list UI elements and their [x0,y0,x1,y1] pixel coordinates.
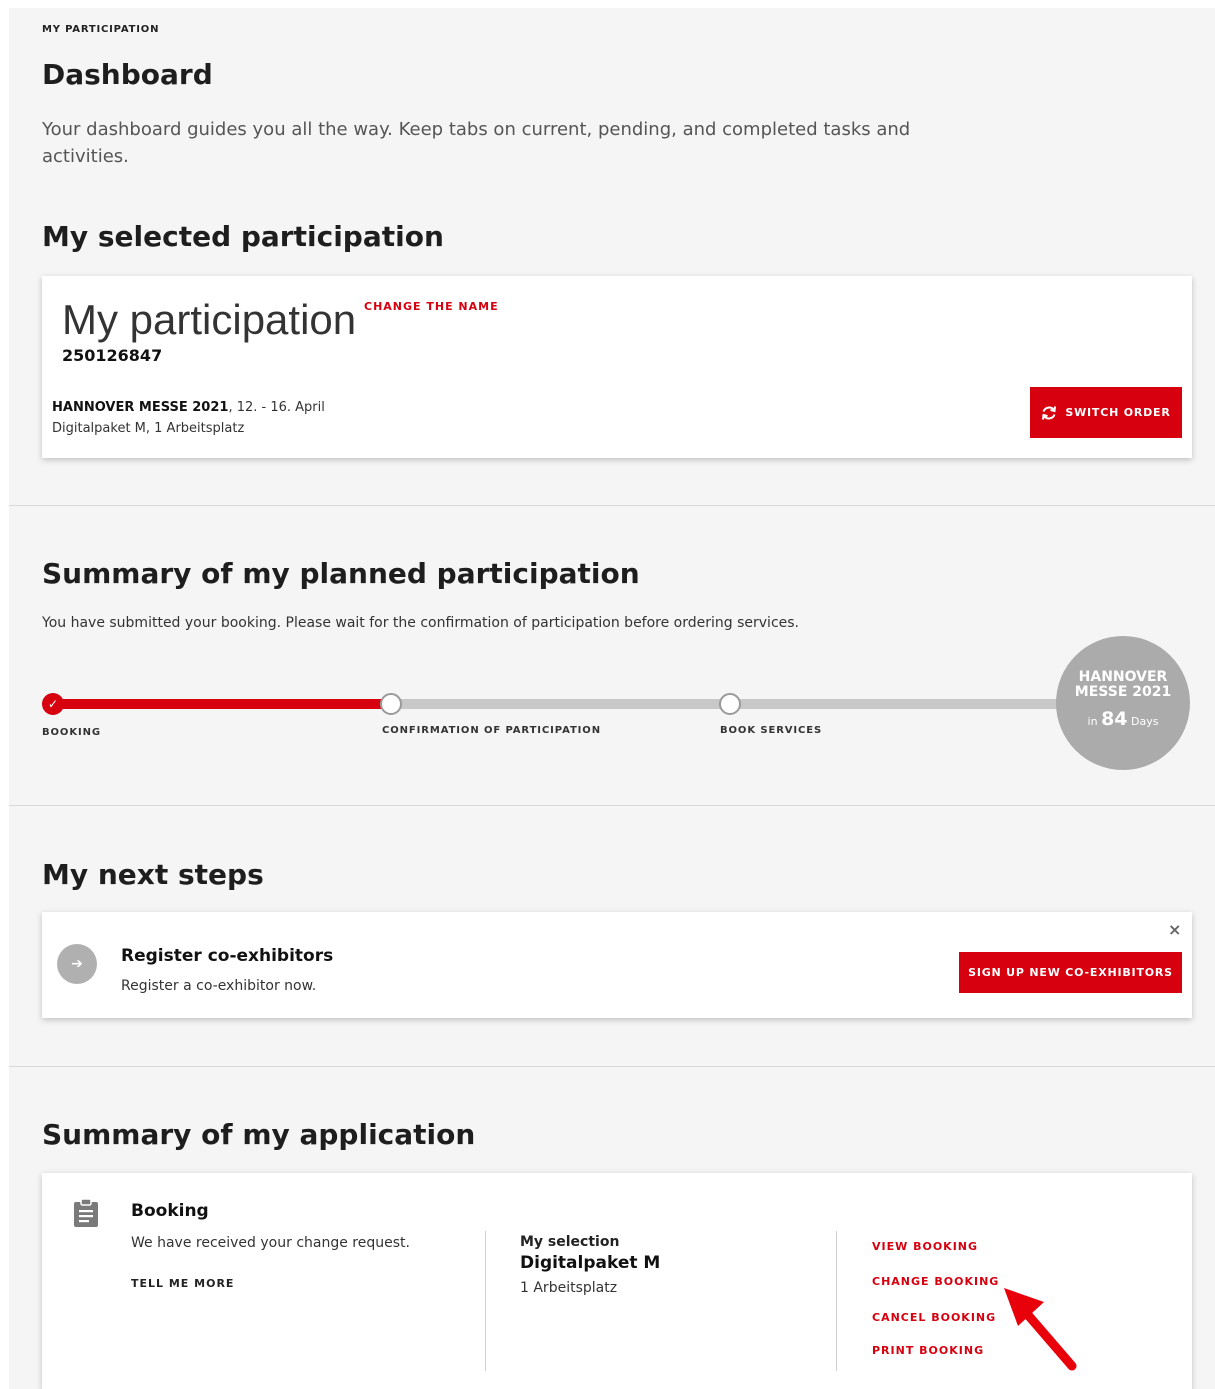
selected-participation-heading: My selected participation [42,220,444,253]
event-name: HANNOVER MESSE 2021 [52,400,229,415]
page-intro: Your dashboard guides you all the way. K… [42,119,911,167]
participation-name: My participation [62,296,357,343]
print-booking-link[interactable]: PRINT BOOKING [872,1344,984,1357]
event-countdown: HANNOVER MESSE 2021 in 84 Days [1056,636,1190,770]
booking-section-title: Booking [131,1201,209,1221]
participation-card: My participation CHANGE THE NAME 2501268… [42,276,1192,458]
next-step-title: Register co-exhibitors [121,946,334,966]
step-booking-dot: ✓ [42,693,64,715]
step-booking-label: BOOKING [42,727,101,738]
column-separator [485,1231,486,1371]
step-confirmation-label: CONFIRMATION OF PARTICIPATION [382,725,601,736]
cancel-booking-link[interactable]: CANCEL BOOKING [872,1311,996,1324]
section-divider [9,1066,1215,1067]
step-services-dot [719,693,741,715]
selection-label: My selection [520,1234,620,1250]
change-name-link[interactable]: CHANGE THE NAME [364,300,499,313]
tell-me-more-link[interactable]: TELL ME MORE [131,1277,234,1290]
switch-order-label: SWITCH ORDER [1065,406,1171,419]
event-dates: , 12. - 16. April [228,400,325,415]
countdown-days-number: 84 [1101,708,1128,730]
event-info: HANNOVER MESSE 2021, 12. - 16. April [52,400,325,415]
dashboard-page: MY PARTICIPATION Dashboard Your dashboar… [9,8,1215,1389]
switch-order-button[interactable]: SWITCH ORDER [1030,387,1182,438]
sign-up-co-exhibitors-label: SIGN UP NEW CO-EXHIBITORS [968,966,1173,979]
selection-name: Digitalpaket M [520,1253,661,1273]
arrow-right-icon[interactable]: ➔ [57,944,97,984]
close-icon[interactable]: × [1168,920,1181,939]
planned-summary-text: You have submitted your booking. Please … [42,615,800,631]
refresh-icon [1042,405,1057,420]
countdown-days: in 84 Days [1087,708,1159,730]
participation-number: 250126847 [62,346,163,365]
package-info: Digitalpaket M, 1 Arbeitsplatz [52,421,245,436]
next-step-card: ➔ Register co-exhibitors Register a co-e… [42,912,1192,1018]
section-divider [9,505,1215,506]
progress-fill [53,699,393,709]
annotation-arrow-icon [1004,1288,1077,1371]
next-step-text: Register a co-exhibitor now. [121,978,317,994]
planned-summary-heading: Summary of my planned participation [42,557,640,590]
next-steps-heading: My next steps [42,858,264,891]
column-separator [836,1231,837,1371]
page-title: Dashboard [42,58,213,91]
application-summary-heading: Summary of my application [42,1118,476,1151]
view-booking-link[interactable]: VIEW BOOKING [872,1240,978,1253]
countdown-event: HANNOVER MESSE 2021 [1074,669,1172,700]
sign-up-co-exhibitors-button[interactable]: SIGN UP NEW CO-EXHIBITORS [959,952,1182,993]
booking-section-text: We have received your change request. [131,1235,410,1251]
step-confirmation-dot [380,693,402,715]
page-eyebrow: MY PARTICIPATION [42,24,160,35]
clipboard-icon [74,1198,98,1227]
step-services-label: BOOK SERVICES [720,725,823,736]
selection-detail: 1 Arbeitsplatz [520,1280,618,1296]
section-divider [9,805,1215,806]
change-booking-link[interactable]: CHANGE BOOKING [872,1275,999,1288]
